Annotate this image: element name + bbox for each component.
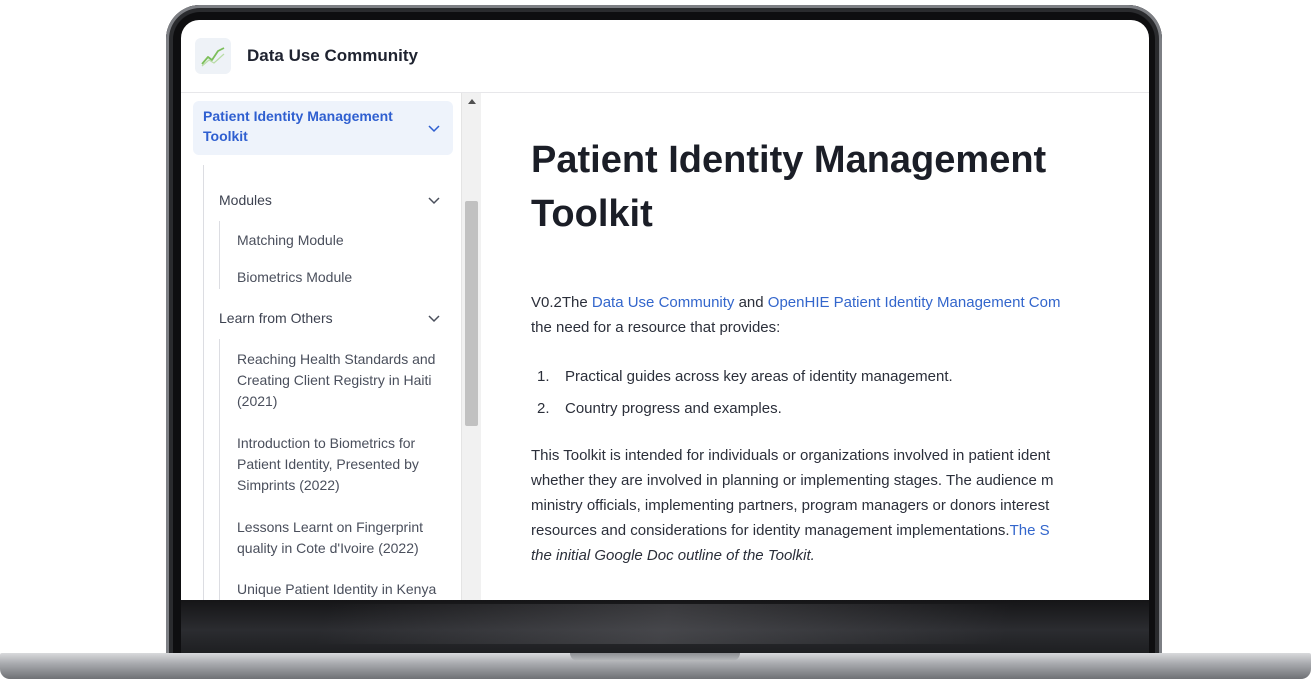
tree-guide-line	[203, 165, 204, 600]
openhie-pim-link[interactable]: OpenHIE Patient Identity Management Com	[768, 294, 1061, 311]
sidebar-active-label[interactable]: Patient Identity Management Toolkit	[203, 106, 423, 146]
sidebar-item-biometrics-simprints-2022[interactable]: Introduction to Biometrics for Patient I…	[237, 433, 451, 496]
tree-guide-line	[219, 339, 220, 600]
sidebar-item-kenya-2023[interactable]: Unique Patient Identity in Kenya (2023)	[237, 579, 437, 600]
resource-list: 1. Practical guides across key areas of i…	[531, 361, 953, 425]
page-title: Patient Identity Management Toolkit	[531, 139, 1047, 235]
chevron-down-icon[interactable]	[428, 315, 440, 323]
site-title[interactable]: Data Use Community	[247, 46, 418, 66]
sidebar-item-learn-from-others[interactable]: Learn from Others	[219, 308, 333, 329]
sidebar-item-matching-module[interactable]: Matching Module	[237, 230, 344, 251]
keyboard-reflection	[181, 600, 1149, 660]
google-doc-link[interactable]: The S	[1010, 522, 1050, 539]
list-item: 1. Practical guides across key areas of i…	[537, 368, 953, 385]
intro-paragraph: V0.2The Data Use Community and OpenHIE P…	[531, 290, 1060, 315]
laptop-base-notch	[570, 653, 740, 661]
body-line-3: ministry officials, implementing partner…	[531, 497, 1050, 514]
main-content: Patient Identity Management Toolkit V0.2…	[481, 93, 1149, 600]
list-item: 2. Country progress and examples.	[537, 400, 782, 417]
tree-guide-line	[219, 221, 220, 289]
sidebar-item-modules[interactable]: Modules	[219, 190, 272, 211]
chevron-down-icon[interactable]	[428, 197, 440, 205]
body-line-2: whether they are involved in planning or…	[531, 472, 1054, 489]
intro-line-2: the need for a resource that provides:	[531, 319, 781, 336]
sidebar-item-cote-divoire-2022[interactable]: Lessons Learnt on Fingerprint quality in…	[237, 517, 453, 559]
laptop-screen: Data Use Community Patient Identity Mana…	[181, 20, 1149, 600]
body-line-1: This Toolkit is intended for individuals…	[531, 447, 1051, 464]
intro-mid: and	[734, 294, 768, 311]
top-bar: Data Use Community	[181, 20, 1149, 93]
sidebar-nav: Patient Identity Management Toolkit Modu…	[181, 93, 461, 600]
scrollbar-thumb[interactable]	[465, 201, 478, 426]
body-line-4: resources and considerations for identit…	[531, 522, 1050, 539]
sidebar-item-biometrics-module[interactable]: Biometrics Module	[237, 267, 352, 288]
chevron-down-icon[interactable]	[428, 125, 440, 133]
data-use-community-link[interactable]: Data Use Community	[592, 294, 735, 311]
sidebar-scrollbar[interactable]	[461, 93, 481, 600]
site-logo[interactable]	[195, 38, 231, 74]
chart-line-icon	[201, 47, 225, 67]
sidebar-item-haiti-2021[interactable]: Reaching Health Standards and Creating C…	[237, 349, 447, 412]
scroll-up-arrow-icon[interactable]	[468, 99, 476, 104]
intro-prefix: V0.2The	[531, 294, 592, 311]
body-line-5: the initial Google Doc outline of the To…	[531, 547, 815, 564]
